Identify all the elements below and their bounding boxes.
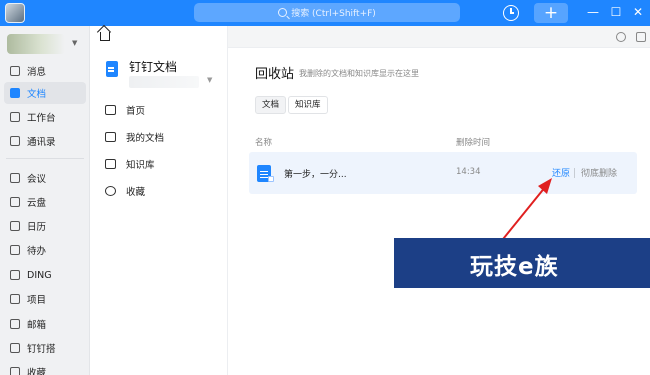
nav-item-projects[interactable]: 项目 — [4, 288, 86, 310]
builder-icon — [10, 343, 20, 353]
nav-item-todo[interactable]: 待办 — [4, 239, 86, 261]
history-icon[interactable] — [503, 5, 519, 21]
tab-docs[interactable]: 文档 — [255, 96, 287, 114]
nav-item-messages[interactable]: 消息 — [4, 60, 86, 82]
sidebar-title: 钉钉文档 — [129, 60, 178, 74]
tab-strip — [228, 26, 650, 48]
chevron-down-icon[interactable]: ▼ — [72, 39, 77, 47]
deleted-time: 14:34 — [456, 167, 481, 177]
nav-item-ding[interactable]: DING — [4, 264, 86, 286]
chevron-down-icon[interactable]: ▼ — [207, 76, 212, 84]
nav-item-label: 会议 — [27, 174, 47, 185]
folder-icon — [105, 132, 116, 142]
column-header-name: 名称 — [255, 138, 273, 148]
nav-item-label: 消息 — [27, 67, 47, 78]
document-icon — [10, 88, 20, 98]
search-placeholder: 搜索 (Ctrl+Shift+F) — [291, 9, 376, 19]
sidebar-item-favorites[interactable]: 收藏 — [105, 184, 145, 198]
nav-item-label: 工作台 — [27, 113, 56, 124]
sidebar-item-label: 首页 — [126, 106, 146, 117]
shortcut-badge-icon — [268, 176, 274, 182]
window-icon[interactable] — [636, 32, 646, 42]
user-avatar[interactable] — [5, 3, 25, 23]
nav-item-label: 收藏 — [27, 368, 47, 375]
recycle-bin-panel: 回收站 我删除的文档和知识库显示在这里 文档 知识库 名称 删除时间 第一步，一… — [229, 48, 650, 375]
home-icon — [105, 105, 116, 115]
action-divider — [574, 168, 575, 178]
nav-item-cloud[interactable]: 云盘 — [4, 191, 86, 213]
nav-item-label: 文档 — [27, 89, 47, 100]
tab-home[interactable] — [91, 26, 121, 48]
nav-item-label: 通讯录 — [27, 137, 56, 148]
video-icon — [10, 173, 20, 183]
nav-rail: ▼ 消息 文档 工作台 通讯录 会议 云盘 日历 待办 DING 项目 邮箱 钉… — [0, 26, 90, 375]
create-button[interactable]: + — [534, 3, 568, 23]
nav-item-favorites[interactable]: 收藏 — [4, 361, 86, 375]
sidebar-item-my-docs[interactable]: 我的文档 — [105, 130, 164, 144]
sidebar-item-label: 我的文档 — [126, 133, 165, 144]
file-name: 第一步，一分... — [284, 170, 347, 180]
nav-item-workbench[interactable]: 工作台 — [4, 106, 86, 128]
nav-item-label: 日历 — [27, 222, 47, 233]
watermark-logo: 玩技e族 — [394, 238, 650, 288]
minimize-button[interactable]: — — [585, 4, 601, 20]
nav-item-calendar[interactable]: 日历 — [4, 215, 86, 237]
column-header-time: 删除时间 — [456, 138, 491, 148]
maximize-button[interactable]: ☐ — [608, 4, 624, 20]
cloud-icon — [10, 197, 20, 207]
nav-item-label: 待办 — [27, 246, 47, 257]
project-icon — [10, 294, 20, 304]
page-hint: 我删除的文档和知识库显示在这里 — [299, 69, 419, 78]
nav-item-label: 邮箱 — [27, 320, 47, 331]
ding-icon — [10, 270, 20, 280]
nav-item-label: 云盘 — [27, 198, 47, 209]
title-bar: 搜索 (Ctrl+Shift+F) + — ☐ ✕ — [0, 0, 650, 26]
nav-item-builder[interactable]: 钉钉搭 — [4, 337, 86, 359]
calendar-icon — [10, 221, 20, 231]
org-avatar[interactable] — [7, 34, 65, 54]
home-icon — [100, 32, 110, 41]
grid-icon — [10, 112, 20, 122]
book-icon — [105, 159, 116, 169]
watermark-text: 玩技e族 — [470, 254, 559, 280]
nav-divider — [6, 158, 84, 159]
nav-item-label: DING — [27, 269, 52, 281]
favorite-icon — [10, 367, 20, 375]
nav-item-meetings[interactable]: 会议 — [4, 167, 86, 189]
restore-button[interactable]: 还原 — [552, 166, 570, 179]
nav-item-mail[interactable]: 邮箱 — [4, 313, 86, 335]
sidebar-item-label: 收藏 — [126, 187, 146, 198]
message-icon — [10, 66, 20, 76]
sidebar-item-knowledge[interactable]: 知识库 — [105, 157, 155, 171]
docs-sidebar: 钉钉文档 ▼ 首页 我的文档 知识库 收藏 — [91, 26, 228, 375]
close-button[interactable]: ✕ — [630, 4, 646, 20]
page-title: 回收站 — [255, 67, 295, 82]
sidebar-item-label: 知识库 — [126, 160, 155, 171]
table-row[interactable]: 第一步，一分... 14:34 还原 彻底删除 — [249, 152, 637, 194]
docs-logo-icon — [106, 61, 118, 77]
contacts-icon — [10, 136, 20, 146]
nav-item-label: 钉钉搭 — [27, 344, 56, 355]
todo-icon — [10, 245, 20, 255]
refresh-icon[interactable] — [616, 32, 626, 42]
sidebar-item-home[interactable]: 首页 — [105, 103, 145, 117]
nav-item-label: 项目 — [27, 295, 47, 306]
delete-permanently-button[interactable]: 彻底删除 — [581, 166, 617, 179]
workspace-name — [129, 76, 199, 88]
star-icon — [105, 186, 116, 196]
nav-item-contacts[interactable]: 通讯录 — [4, 130, 86, 152]
search-input[interactable]: 搜索 (Ctrl+Shift+F) — [194, 3, 460, 22]
search-icon — [278, 8, 288, 17]
mail-icon — [10, 319, 20, 329]
nav-item-docs[interactable]: 文档 — [4, 82, 86, 104]
tab-knowledge-base[interactable]: 知识库 — [288, 96, 328, 114]
